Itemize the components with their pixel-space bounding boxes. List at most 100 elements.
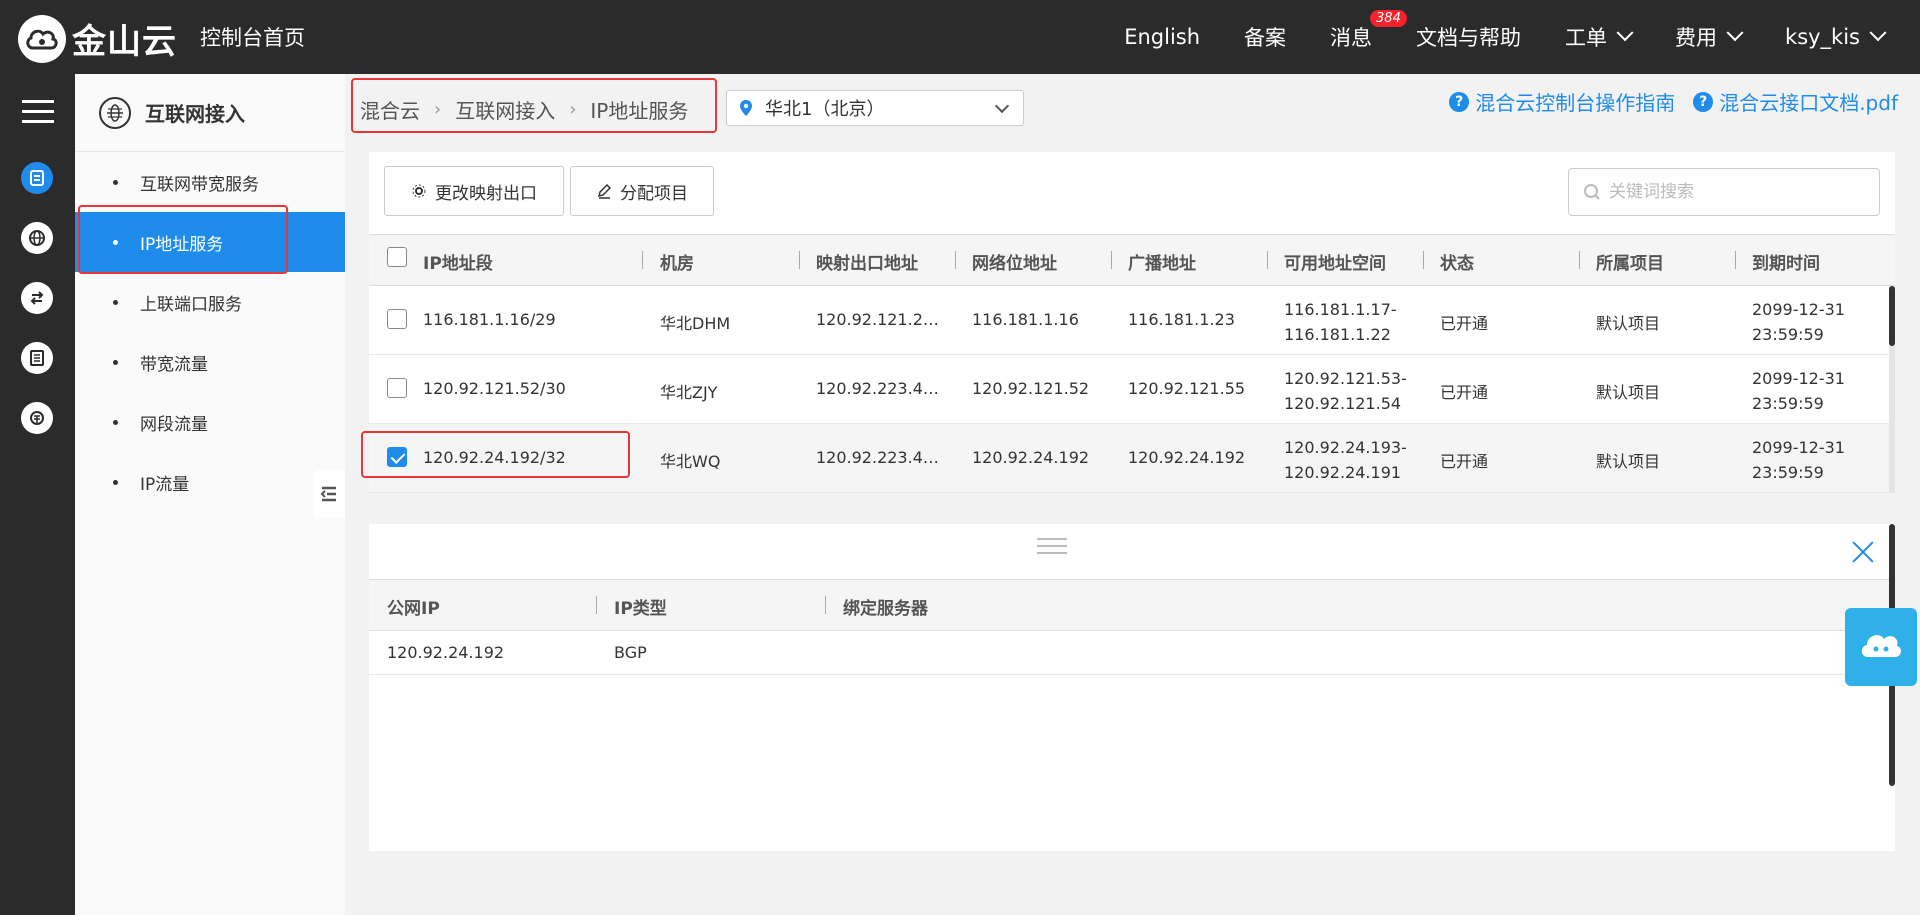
sidebar-item-ip-address-service[interactable]: IP地址服务: [75, 212, 345, 272]
col-project[interactable]: 所属项目: [1596, 249, 1664, 274]
table-row[interactable]: 116.181.1.16/29 华北DHM 120.92.121.2… 116.…: [369, 286, 1895, 355]
api-doc-label: 混合云接口文档.pdf: [1719, 91, 1898, 115]
col-available-space[interactable]: 可用地址空间: [1284, 249, 1386, 274]
cell-broadcast: 120.92.24.192: [1128, 448, 1246, 467]
col-broadcast-address[interactable]: 广播地址: [1128, 249, 1196, 274]
assign-project-label: 分配项目: [620, 183, 688, 204]
table-scrollbar[interactable]: [1889, 286, 1895, 492]
breadcrumb-hybrid-cloud[interactable]: 混合云: [360, 95, 420, 124]
sidebar-item-label: 带宽流量: [140, 354, 208, 375]
pencil-icon: [597, 183, 612, 199]
row-checkbox[interactable]: [387, 309, 407, 329]
select-all-checkbox[interactable]: [387, 247, 407, 267]
nav-tickets[interactable]: 工单: [1565, 22, 1634, 52]
nav-filing-label: 备案: [1244, 26, 1287, 50]
change-mapping-label: 更改映射出口: [435, 183, 537, 204]
sidebar-item-ip-traffic[interactable]: IP流量: [75, 452, 345, 512]
customer-service-icon: [1861, 635, 1901, 657]
nav-docs-help[interactable]: 文档与帮助: [1416, 22, 1521, 52]
search-input[interactable]: [1609, 182, 1869, 202]
row-checkbox[interactable]: [387, 378, 407, 398]
region-select[interactable]: 华北1（北京）: [726, 90, 1024, 126]
col-network-address[interactable]: 网络位地址: [972, 249, 1057, 274]
drag-handle-icon[interactable]: [1037, 538, 1067, 559]
cell-expire-date: 2099-12-31: [1752, 369, 1845, 388]
breadcrumb: 混合云 › 互联网接入 › IP地址服务: [360, 95, 688, 124]
cell-range-end: 116.181.1.22: [1284, 325, 1391, 344]
nav-docs-help-label: 文档与帮助: [1416, 26, 1522, 50]
cell-status: 已开通: [1440, 383, 1489, 402]
nav-messages-label: 消息: [1330, 26, 1373, 50]
cell-project: 默认项目: [1596, 314, 1661, 333]
chevron-right-icon: ›: [569, 99, 577, 120]
console-guide-link[interactable]: ? 混合云控制台操作指南: [1449, 87, 1675, 116]
sidebar-item-label: 互联网带宽服务: [140, 174, 259, 195]
sidebar-item-label: IP地址服务: [140, 234, 224, 255]
nav-user-menu[interactable]: ksy_kis: [1785, 24, 1887, 49]
close-icon[interactable]: [1849, 538, 1877, 566]
side-menu-title-text: 互联网接入: [145, 102, 245, 126]
cell-network: 120.92.121.52: [972, 379, 1090, 398]
cell-range: 120.92.121.53- 120.92.121.54: [1284, 366, 1407, 416]
doc-links: ? 混合云控制台操作指南 ? 混合云接口文档.pdf: [1431, 87, 1898, 116]
sidebar-item-uplink-port-service[interactable]: 上联端口服务: [75, 272, 345, 332]
change-mapping-button[interactable]: 更改映射出口: [384, 166, 564, 216]
cell-expire: 2099-12-31 23:59:59: [1752, 435, 1845, 485]
menu-toggle-icon[interactable]: [22, 100, 54, 130]
col-status[interactable]: 状态: [1440, 249, 1474, 274]
cell-expire-time: 23:59:59: [1752, 394, 1824, 413]
nav-filing[interactable]: 备案: [1244, 22, 1286, 52]
col-public-ip: 公网IP: [387, 599, 440, 619]
col-room[interactable]: 机房: [660, 249, 694, 274]
cell-expire-time: 23:59:59: [1752, 325, 1824, 344]
assign-project-button[interactable]: 分配项目: [570, 166, 714, 216]
cell-ip: 120.92.121.52/30: [423, 379, 566, 398]
row-checkbox[interactable]: [387, 447, 407, 467]
cell-project: 默认项目: [1596, 383, 1661, 402]
customer-service-button[interactable]: [1845, 608, 1917, 686]
col-ip-segment[interactable]: IP地址段: [423, 249, 493, 274]
table-row[interactable]: 120.92.121.52/30 华北ZJY 120.92.223.4… 120…: [369, 355, 1895, 424]
cell-range: 116.181.1.17- 116.181.1.22: [1284, 297, 1397, 347]
breadcrumb-ip-address-service: IP地址服务: [590, 99, 689, 123]
cell-mapping: 120.92.223.4…: [816, 448, 939, 467]
console-home-link[interactable]: 控制台首页: [200, 22, 305, 52]
cell-public-ip: 120.92.24.192: [387, 643, 505, 662]
sidebar-item-segment-traffic[interactable]: 网段流量: [75, 392, 345, 452]
billing-icon[interactable]: [21, 402, 53, 434]
col-mapping-exit[interactable]: 映射出口地址: [816, 249, 918, 274]
detail-table-header: 公网IP IP类型 绑定服务器: [369, 579, 1895, 631]
transfer-icon[interactable]: [21, 282, 53, 314]
nav-english-label: English: [1124, 25, 1201, 49]
document-icon[interactable]: [21, 342, 53, 374]
api-doc-link[interactable]: ? 混合云接口文档.pdf: [1693, 87, 1898, 116]
nav-tickets-label: 工单: [1565, 26, 1608, 50]
side-menu-title: 互联网接入: [75, 74, 345, 152]
cell-expire-time: 23:59:59: [1752, 463, 1824, 482]
sidebar-item-bandwidth-traffic[interactable]: 带宽流量: [75, 332, 345, 392]
cell-ip: 120.92.24.192/32: [423, 448, 566, 467]
help-icon: ?: [1693, 91, 1714, 112]
ip-address-panel: 更改映射出口 分配项目 IP地址段 机房 映射出口地址 网络位地址 广播地址 可…: [369, 152, 1895, 493]
server-icon[interactable]: [21, 162, 53, 194]
nav-billing[interactable]: 费用: [1675, 22, 1744, 52]
breadcrumb-internet-access[interactable]: 互联网接入: [455, 95, 555, 124]
col-ip-type: IP类型: [614, 599, 667, 619]
table-row-selected[interactable]: 120.92.24.192/32 华北WQ 120.92.223.4… 120.…: [369, 424, 1895, 493]
col-expire-time[interactable]: 到期时间: [1752, 249, 1820, 274]
console-guide-label: 混合云控制台操作指南: [1475, 91, 1676, 115]
sidebar-item-bandwidth-service[interactable]: 互联网带宽服务: [75, 152, 345, 212]
nav-english[interactable]: English: [1124, 25, 1200, 49]
globe-icon[interactable]: [21, 222, 53, 254]
help-icon: ?: [1449, 91, 1470, 112]
sidebar-item-label: 上联端口服务: [140, 294, 242, 315]
collapse-sidebar-icon[interactable]: [313, 470, 345, 518]
nav-messages[interactable]: 消息 384: [1330, 10, 1407, 52]
cell-range: 120.92.24.193- 120.92.24.191: [1284, 435, 1407, 485]
cell-range-start: 120.92.121.53-: [1284, 369, 1407, 388]
cell-room: 华北ZJY: [660, 383, 718, 402]
cell-range-end: 120.92.121.54: [1284, 394, 1402, 413]
brand-logo[interactable]: 金山云: [18, 14, 177, 63]
chevron-down-icon: [994, 98, 1010, 114]
cell-range-end: 120.92.24.191: [1284, 463, 1402, 482]
